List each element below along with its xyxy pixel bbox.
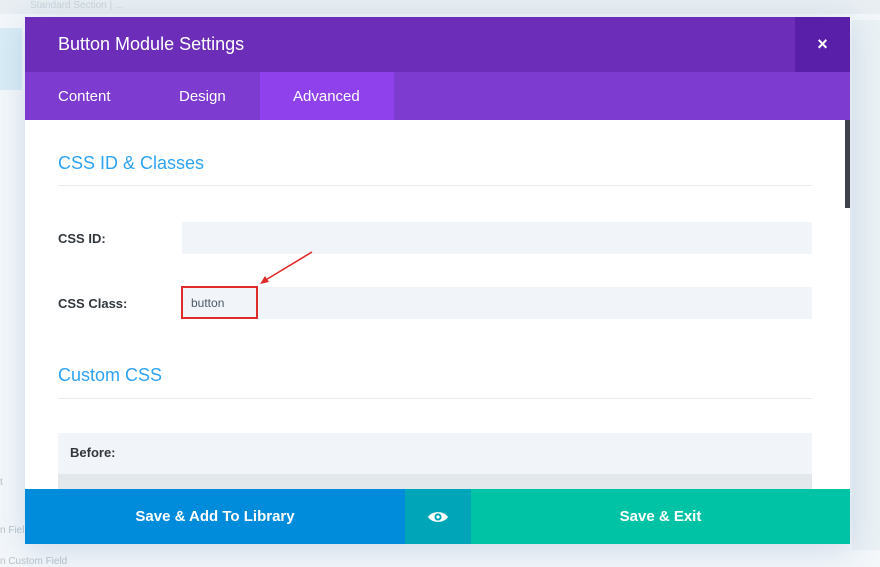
- before-css-editor[interactable]: [58, 474, 812, 489]
- section-title-custom-css[interactable]: Custom CSS: [58, 365, 162, 386]
- background-right-strip: [852, 20, 880, 550]
- background-breadcrumb: Standard Section | ...: [30, 0, 124, 11]
- save-add-to-library-button[interactable]: Save & Add To Library: [25, 489, 405, 544]
- section-divider: [58, 398, 812, 399]
- preview-button[interactable]: [405, 489, 471, 544]
- background-side-text: t: [0, 477, 3, 488]
- background-topbar: [0, 0, 880, 14]
- background-left-block: [0, 28, 22, 90]
- css-class-input[interactable]: [182, 287, 812, 319]
- section-title-css-id-classes[interactable]: CSS ID & Classes: [58, 153, 204, 174]
- css-class-label: CSS Class:: [58, 296, 128, 311]
- tab-content[interactable]: Content: [25, 72, 146, 120]
- modal-footer: Save & Add To Library Save & Exit: [25, 489, 850, 544]
- save-and-exit-button[interactable]: Save & Exit: [471, 489, 850, 544]
- section-divider: [58, 185, 812, 186]
- background-side-text: n Custom Field: [0, 556, 68, 567]
- settings-tabs: Content Design Advanced: [25, 72, 850, 120]
- tab-design[interactable]: Design: [146, 72, 260, 120]
- close-button[interactable]: ×: [795, 17, 850, 72]
- before-css-label: Before:: [70, 445, 116, 460]
- close-icon: ×: [817, 34, 828, 54]
- module-settings-modal: Button Module Settings × Content Design …: [25, 17, 850, 544]
- background-side-text: n Fiel: [0, 525, 25, 536]
- tab-advanced[interactable]: Advanced: [260, 72, 394, 120]
- css-id-label: CSS ID:: [58, 231, 106, 246]
- annotation-arrow-icon: [260, 251, 313, 284]
- modal-title: Button Module Settings: [58, 34, 245, 54]
- content-scrollbar[interactable]: [845, 120, 850, 208]
- settings-content: CSS ID & Classes CSS ID: CSS Class: Cust…: [25, 120, 850, 489]
- before-css-header: Before:: [58, 433, 812, 474]
- eye-icon: [428, 511, 448, 522]
- modal-header: Button Module Settings ×: [25, 17, 850, 72]
